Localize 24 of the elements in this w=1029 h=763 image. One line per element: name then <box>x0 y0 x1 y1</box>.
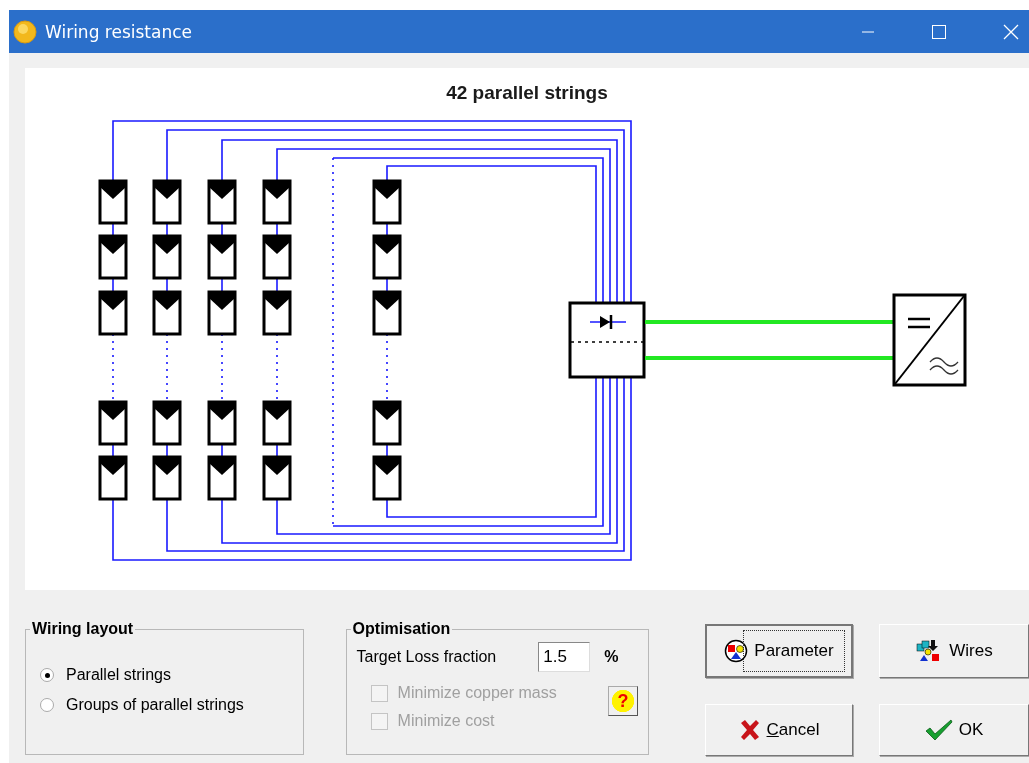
diagram-title: 42 parallel strings <box>446 82 608 105</box>
radio-label: Parallel strings <box>66 666 171 684</box>
close-icon[interactable] <box>1003 23 1019 40</box>
wires-button[interactable]: Wires <box>879 624 1029 678</box>
field-label: Target Loss fraction <box>356 648 497 666</box>
radio-label: Groups of parallel strings <box>66 696 244 714</box>
help-button[interactable]: ? <box>608 686 638 716</box>
cancel-button[interactable]: Cancel <box>705 704 853 756</box>
check-icon <box>924 719 953 741</box>
checkbox-label: Minimize copper mass <box>397 684 557 702</box>
shapes-icon <box>724 639 749 663</box>
disc-icon <box>13 19 37 44</box>
x-icon <box>738 719 761 741</box>
ok-button[interactable]: OK <box>879 704 1029 756</box>
radio-button[interactable] <box>40 668 54 682</box>
maximize-icon[interactable] <box>931 23 947 40</box>
parameter-button[interactable]: Parameter <box>705 624 853 678</box>
unit-label: % <box>604 648 619 666</box>
checkbox-label: Minimize cost <box>397 712 495 730</box>
group-title: Optimisation <box>351 620 452 638</box>
window-title: Wiring resistance <box>45 21 192 42</box>
input-field[interactable]: 1.5 <box>538 642 591 672</box>
radio-button[interactable] <box>40 698 54 712</box>
group-title: Wiring layout <box>31 620 135 638</box>
